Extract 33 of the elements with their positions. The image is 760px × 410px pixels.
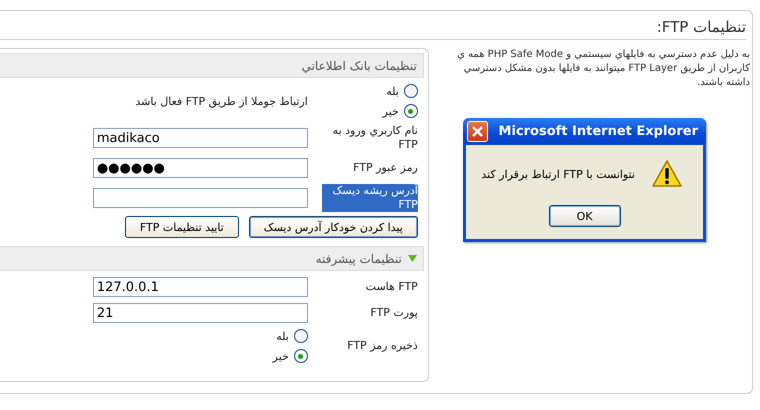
description-text: به دليل عدم دسترسي به فايلهاي سيستمي و PHP Safe Mode همه ي کاربران از طريق FTP Layer ميتوانند به فايلها بدون مشکل دسترسي داشته باشند. bbox=[456, 48, 751, 90]
form-button[interactable]: تاييد تنظيمات FTP bbox=[124, 216, 239, 238]
radio-button[interactable] bbox=[294, 329, 308, 343]
close-button[interactable] bbox=[467, 121, 488, 142]
ok-button[interactable]: OK bbox=[548, 205, 620, 227]
section-header[interactable]: تنظيمات پيشرفته bbox=[0, 246, 424, 271]
section-header: تنظيمات بانک اطلاعاتي bbox=[0, 53, 424, 78]
field-label: پورت FTP bbox=[370, 306, 418, 320]
text-field[interactable]: 21 bbox=[92, 303, 308, 323]
dialog-title: Microsoft Internet Explorer bbox=[498, 124, 698, 139]
radio-option[interactable]: خير bbox=[0, 349, 308, 363]
text-field[interactable] bbox=[92, 188, 308, 208]
radio-option[interactable]: خير bbox=[322, 104, 418, 118]
field-label: ذخيره رمز FTP bbox=[347, 339, 418, 353]
page-title: تنظیمات FTP: bbox=[0, 18, 746, 40]
field-label: آدرس ريشه ديسک FTP bbox=[322, 184, 418, 212]
radio-button[interactable] bbox=[404, 84, 418, 98]
radio-button[interactable] bbox=[294, 349, 308, 363]
radio-option[interactable]: بله bbox=[0, 329, 308, 343]
password-field[interactable]: ●●●●●● bbox=[92, 158, 308, 178]
radio-option[interactable]: بله bbox=[322, 84, 418, 98]
text-field[interactable]: 127.0.0.1 bbox=[92, 277, 308, 297]
field-label: رمز عبور FTP bbox=[353, 161, 418, 175]
radio-button[interactable] bbox=[404, 104, 418, 118]
close-icon bbox=[471, 125, 484, 138]
field-label: FTP هاست bbox=[366, 280, 418, 294]
text-field[interactable]: madikaco bbox=[92, 128, 308, 148]
option-note: ارتباط جوملا از طريق FTP فعال باشد bbox=[134, 94, 308, 108]
warning-icon bbox=[651, 159, 683, 189]
form-button[interactable]: پيدا کردن خودکار آدرس ديسک bbox=[248, 216, 418, 238]
dialog-message: نتوانست با FTP ارتباط برقرار کند bbox=[481, 168, 635, 180]
section-title: تنظيمات پيشرفته bbox=[316, 252, 402, 266]
field-label: نام کاربري ورود به FTP bbox=[332, 124, 418, 152]
